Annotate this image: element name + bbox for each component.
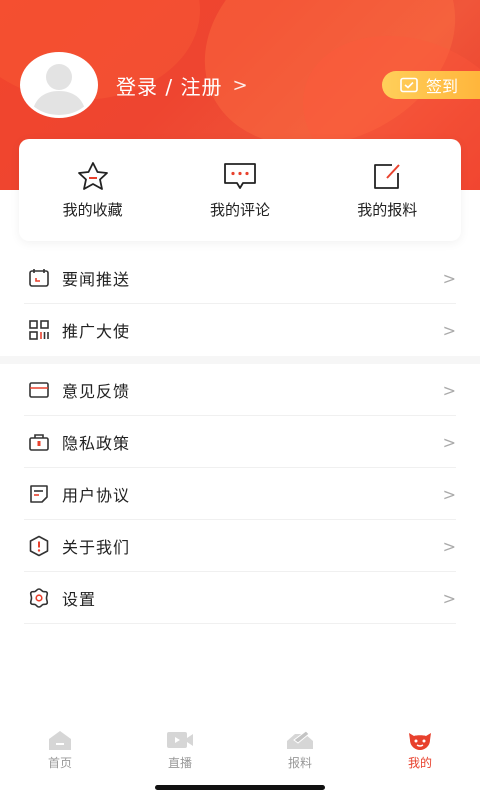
menu-item-privacy-policy[interactable]: 隐私政策 > [0,416,480,468]
tab-live[interactable]: 直播 [140,729,220,771]
mail-icon [29,382,49,398]
signin-label: 签到 [426,77,459,96]
bottom-tab-bar: 首页 直播 报料 我的 [0,722,480,778]
signin-button[interactable]: 签到 [382,71,480,99]
profile-icon [409,733,431,750]
menu-item-label: 用户协议 [62,486,131,505]
user-placeholder-icon [32,64,86,115]
my-favorites-label: 我的收藏 [62,200,123,219]
menu-item-promoter[interactable]: 推广大使 > [0,304,480,356]
section-divider [0,356,480,364]
menu-item-label: 关于我们 [62,538,131,557]
my-reports-button[interactable]: 我的报料 [327,161,447,220]
menu-item-label: 推广大使 [62,322,131,341]
shortcut-card: 我的收藏 我的评论 我的报料 [19,139,461,241]
lock-icon [29,434,49,451]
tab-label: 我的 [407,756,432,770]
chevron-right-icon: > [232,74,249,96]
menu-item-user-agreement[interactable]: 用户协议 > [0,468,480,520]
tab-report[interactable]: 报料 [260,729,340,771]
document-icon [30,485,48,503]
comment-icon [224,162,256,189]
menu-item-about-us[interactable]: 关于我们 > [0,520,480,572]
video-icon [167,732,193,748]
menu-item-label: 设置 [62,590,97,609]
home-icon [49,731,71,750]
home-indicator[interactable] [155,785,325,790]
tab-mine[interactable]: 我的 [380,729,460,771]
chevron-right-icon: > [442,588,456,608]
chevron-right-icon: > [442,432,456,452]
chevron-right-icon: > [442,536,456,556]
login-register-link[interactable]: 登录 / 注册 > [116,72,249,99]
my-reports-label: 我的报料 [357,200,418,219]
menu-item-settings[interactable]: 设置 > [0,572,480,624]
my-comments-label: 我的评论 [209,200,270,219]
login-label: 登录 / 注册 [116,74,223,99]
my-favorites-button[interactable]: 我的收藏 [33,161,153,220]
tab-home[interactable]: 首页 [20,729,100,771]
tab-label: 报料 [287,756,312,770]
tab-label: 首页 [47,756,72,770]
info-icon [29,535,49,557]
calendar-icon [29,269,49,287]
avatar[interactable] [20,52,98,118]
menu-item-news-push[interactable]: 要闻推送 > [0,252,480,304]
settings-menu: 要闻推送 > 推广大使 > 意见反馈 > 隐私政策 > 用户协议 > 关于我们 … [0,252,480,624]
chevron-right-icon: > [442,380,456,400]
qrcode-icon [29,320,49,340]
menu-item-label: 隐私政策 [62,434,131,453]
menu-item-label: 意见反馈 [62,382,131,401]
check-calendar-icon [400,77,418,93]
report-icon [287,730,313,749]
gear-icon [29,588,49,608]
menu-item-label: 要闻推送 [62,270,131,289]
tab-label: 直播 [167,756,192,770]
chevron-right-icon: > [442,320,456,340]
star-icon [77,161,108,190]
menu-item-feedback[interactable]: 意见反馈 > [0,364,480,416]
chevron-right-icon: > [442,268,456,288]
my-comments-button[interactable]: 我的评论 [180,161,300,220]
edit-icon [374,163,401,189]
chevron-right-icon: > [442,484,456,504]
